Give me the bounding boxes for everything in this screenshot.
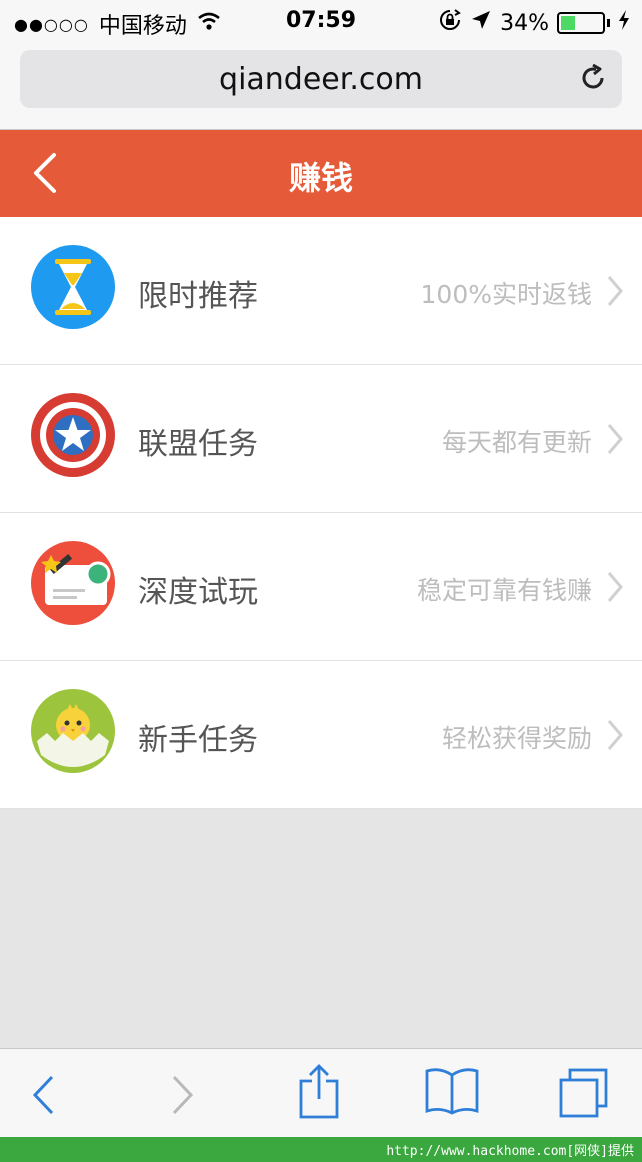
menu-item-newbie-tasks[interactable]: 新手任务 轻松获得奖励 [0,661,642,809]
address-bar[interactable]: qiandeer.com [20,50,622,108]
chevron-right-icon [606,423,624,459]
battery-icon [557,12,605,34]
location-icon [470,9,492,37]
tabs-icon[interactable] [558,1067,610,1123]
menu-item-title: 联盟任务 [138,427,258,462]
menu-item-title: 新手任务 [138,723,258,758]
menu-item-limited-recommend[interactable]: 限时推荐 100%实时返钱 [0,217,642,365]
url-text[interactable]: qiandeer.com [20,62,622,97]
watermark-strip: http://www.hackhome.com[网侠]提供 [0,1137,642,1162]
battery-percent: 34% [500,10,549,36]
share-icon[interactable] [298,1063,340,1123]
battery-fill [561,16,575,30]
back-icon[interactable] [30,1073,56,1121]
menu-item-subtitle: 每天都有更新 [441,428,592,457]
empty-content-area [0,809,642,1048]
hourglass-icon [31,245,115,329]
menu-item-subtitle: 稳定可靠有钱赚 [416,576,592,605]
page-header: 赚钱 [0,130,642,217]
menu-item-subtitle: 100%实时返钱 [420,280,592,309]
forward-icon[interactable] [170,1073,196,1121]
reload-icon[interactable] [578,63,608,97]
menu-item-title: 限时推荐 [138,279,258,314]
menu-item-subtitle: 轻松获得奖励 [441,724,592,753]
browser-toolbar [0,1048,642,1137]
chevron-right-icon [606,719,624,755]
bookmarks-icon[interactable] [424,1067,480,1121]
menu-list: 限时推荐 100%实时返钱 联盟任务 每天都有更新 深度试玩 稳定可靠有钱赚 新… [0,217,642,809]
shield-star-icon [31,393,115,477]
card-icon [31,541,115,625]
chevron-right-icon [606,571,624,607]
rotation-lock-icon [438,8,462,38]
menu-item-title: 深度试玩 [138,575,258,610]
charging-icon [618,9,630,37]
chevron-right-icon [606,275,624,311]
battery-cap [607,19,610,27]
page-title: 赚钱 [288,159,353,197]
status-right: 34% [438,8,630,38]
chick-icon [31,689,115,773]
menu-item-alliance-tasks[interactable]: 联盟任务 每天都有更新 [0,365,642,513]
menu-item-deep-trial[interactable]: 深度试玩 稳定可靠有钱赚 [0,513,642,661]
browser-address-area: qiandeer.com [0,42,642,130]
watermark-text: http://www.hackhome.com[网侠]提供 [386,1144,634,1159]
status-bar: ●●○○○ 中国移动 07:59 34% [0,0,642,42]
